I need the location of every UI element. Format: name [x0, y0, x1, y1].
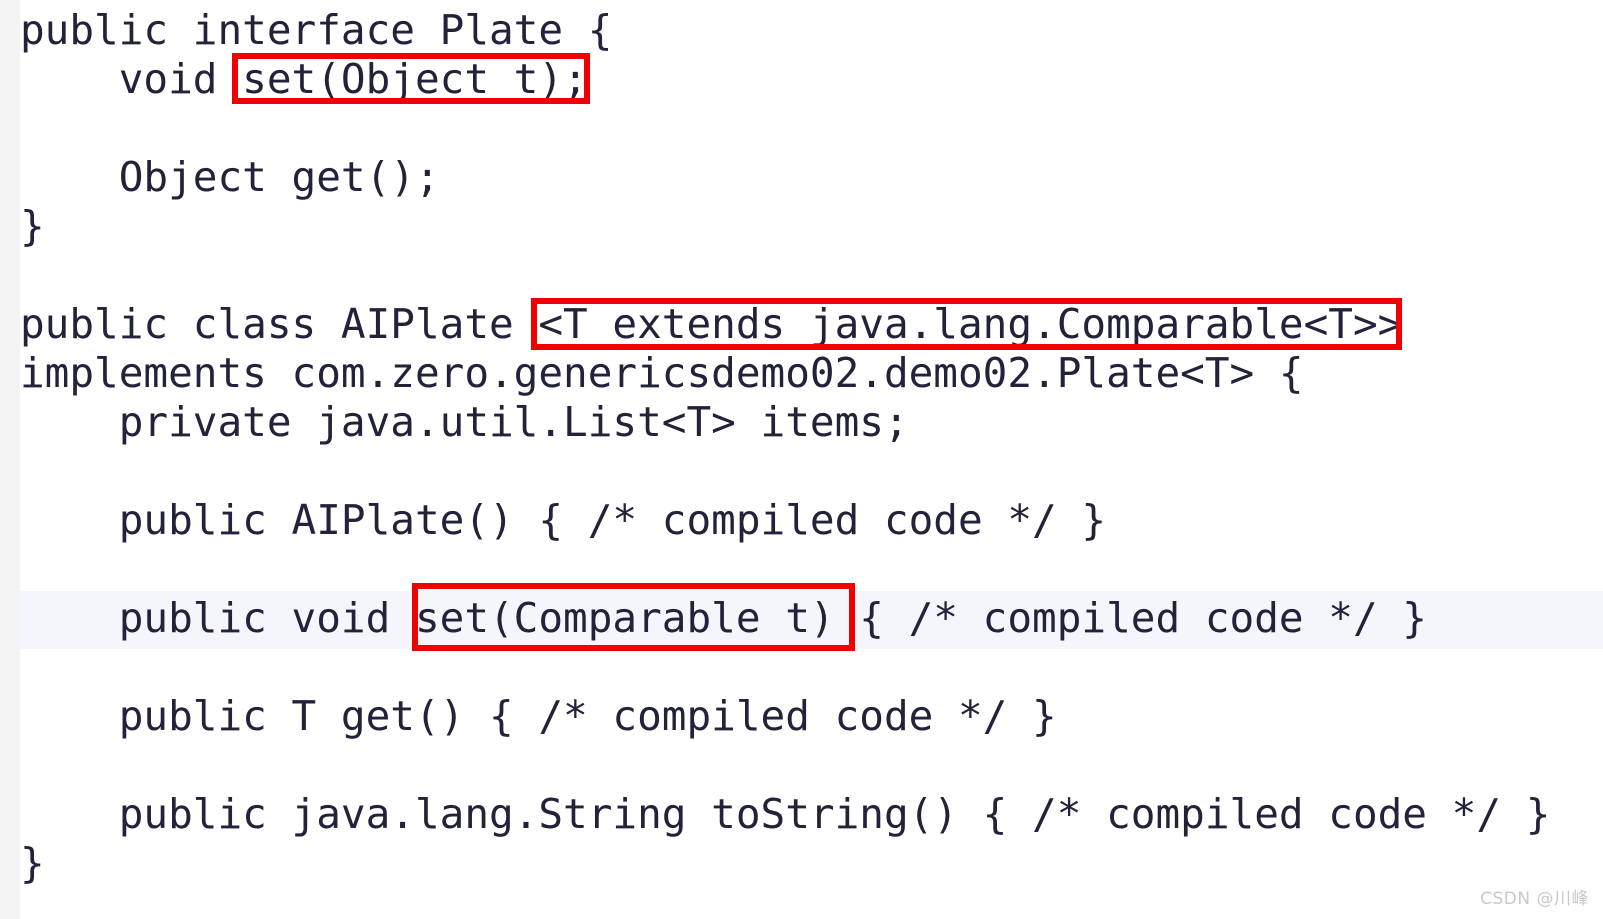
code-line: }	[20, 839, 45, 887]
csdn-watermark: CSDN @川峰	[1480, 889, 1589, 909]
code-line: public java.lang.String toString() { /* …	[20, 790, 1551, 838]
code-line: implements com.zero.genericsdemo02.demo0…	[20, 349, 1304, 397]
editor-gutter	[0, 0, 20, 919]
code-screenshot: public interface Plate { void set(Object…	[0, 0, 1603, 919]
code-line: public void set(Comparable t) { /* compi…	[20, 594, 1427, 642]
code-line: private java.util.List<T> items;	[20, 398, 909, 446]
code-line: public T get() { /* compiled code */ }	[20, 692, 1057, 740]
code-line: public class AIPlate <T extends java.lan…	[20, 300, 1403, 348]
code-block[interactable]: public interface Plate { void set(Object…	[20, 0, 1603, 919]
code-line: void set(Object t);	[20, 55, 588, 103]
code-line: public AIPlate() { /* compiled code */ }	[20, 496, 1107, 544]
code-line: }	[20, 202, 45, 250]
code-line: Object get();	[20, 153, 440, 201]
code-line: public interface Plate {	[20, 6, 613, 54]
